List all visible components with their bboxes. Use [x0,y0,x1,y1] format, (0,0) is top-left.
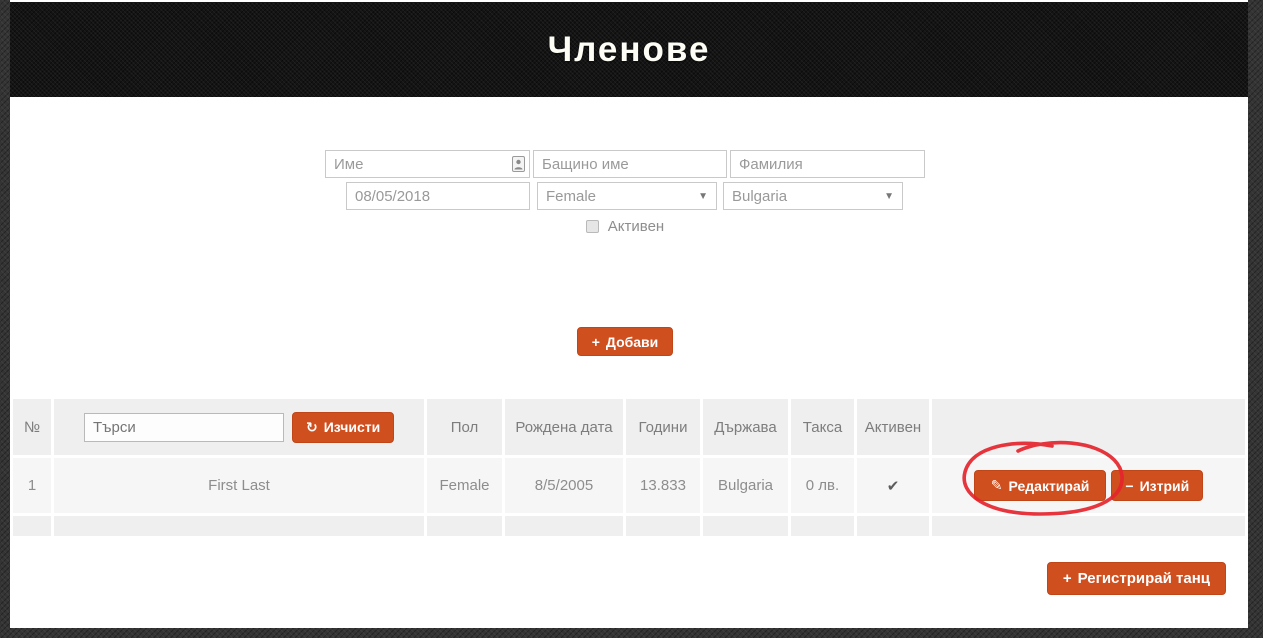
table-search-input[interactable] [84,413,284,442]
table-search-cell: ↻ Изчисти [54,399,424,455]
refresh-icon: ↻ [306,419,318,436]
birth-date-input[interactable] [346,182,530,210]
first-name-wrap [325,150,530,178]
clear-search-button[interactable]: ↻ Изчисти [292,412,394,443]
add-button-label: Добави [606,334,658,350]
delete-button[interactable]: − Изтрий [1111,470,1203,501]
column-header-active: Активен [857,399,929,455]
table-header-row: № ↻ Изчисти Пол Рождена дата Години Държ… [13,399,1245,455]
column-header-birth-date: Рождена дата [505,399,623,455]
table-empty-row [13,516,1245,536]
table-row: 1 First Last Female 8/5/2005 13.833 Bulg… [13,458,1245,513]
column-header-number: № [13,399,51,455]
cell-age: 13.833 [626,458,700,513]
empty-cell [857,516,929,536]
cell-fee: 0 лв. [791,458,854,513]
gender-select[interactable]: Female ▼ [537,182,717,210]
pencil-icon: ✎ [991,477,1003,494]
cell-gender: Female [427,458,502,513]
plus-icon: + [1063,570,1072,587]
country-select-value: Bulgaria [732,188,884,205]
column-header-country: Държава [703,399,788,455]
add-button-row: + Добави [325,327,925,356]
name-fields-row [325,150,925,178]
chevron-down-icon: ▼ [698,191,708,202]
cell-name: First Last [54,458,424,513]
empty-cell [54,516,424,536]
edit-button[interactable]: ✎ Редактирай [974,470,1107,501]
cell-country: Bulgaria [703,458,788,513]
page-title: Членове [548,30,711,70]
cell-active: ✔ [857,458,929,513]
active-checkbox[interactable] [586,220,599,233]
person-glyph [514,159,523,170]
register-dance-label: Регистрирай танц [1078,570,1210,587]
cell-actions: ✎ Редактирай − Изтрий [932,458,1245,513]
empty-cell [427,516,502,536]
members-table: № ↻ Изчисти Пол Рождена дата Години Държ… [10,396,1248,539]
empty-cell [505,516,623,536]
gender-select-value: Female [546,188,698,205]
middle-name-input[interactable] [533,150,727,178]
column-header-gender: Пол [427,399,502,455]
page-container: Членове Fema [10,0,1248,628]
empty-cell [626,516,700,536]
member-form: Female ▼ Bulgaria ▼ Активен + Добави [325,150,925,356]
chevron-down-icon: ▼ [884,191,894,202]
register-dance-button[interactable]: + Регистрирай танц [1047,562,1226,595]
edit-button-label: Редактирай [1009,478,1090,494]
bottom-bar: + Регистрирай танц [10,562,1248,595]
first-name-input[interactable] [325,150,530,178]
empty-cell [791,516,854,536]
page-header: Членове [10,2,1248,97]
check-icon: ✔ [887,478,900,495]
main-content: Female ▼ Bulgaria ▼ Активен + Добави [10,150,1248,595]
country-select[interactable]: Bulgaria ▼ [723,182,903,210]
column-header-age: Години [626,399,700,455]
empty-cell [932,516,1245,536]
plus-icon: + [592,334,600,350]
column-header-fee: Такса [791,399,854,455]
empty-cell [703,516,788,536]
clear-search-label: Изчисти [324,419,380,435]
cell-birth-date: 8/5/2005 [505,458,623,513]
empty-cell [13,516,51,536]
column-header-actions [932,399,1245,455]
active-checkbox-row: Активен [325,218,925,235]
detail-fields-row: Female ▼ Bulgaria ▼ [346,182,925,210]
last-name-input[interactable] [730,150,925,178]
delete-button-label: Изтрий [1140,478,1190,494]
autofill-contact-icon[interactable] [512,156,525,172]
active-checkbox-label: Активен [608,218,664,235]
add-button[interactable]: + Добави [577,327,674,356]
minus-icon: − [1125,478,1133,494]
cell-number: 1 [13,458,51,513]
